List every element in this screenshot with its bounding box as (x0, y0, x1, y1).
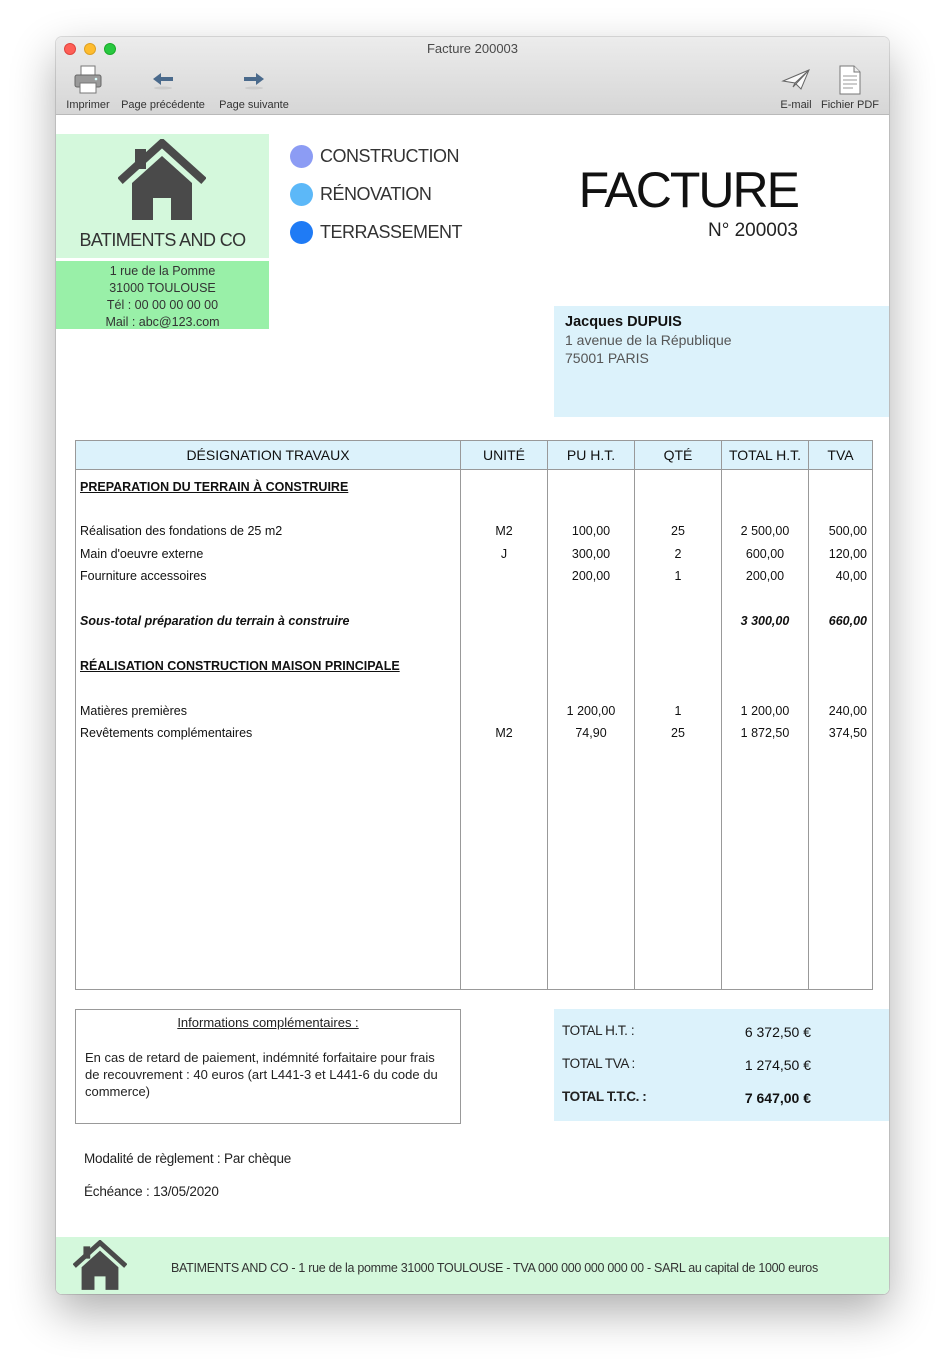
company-address-line2: 31000 TOULOUSE (109, 281, 216, 295)
item-total: 600,00 (745, 547, 785, 561)
item-qty: 1 (674, 704, 682, 718)
header-qty: QTÉ (663, 447, 693, 463)
item-designation: Matières premières (80, 704, 187, 718)
invoice-document: BATIMENTS AND CO 1 rue de la Pomme 31000… (56, 115, 889, 1294)
item-unit: M2 (495, 524, 513, 538)
payment-method: Modalité de règlement : Par chèque (84, 1151, 292, 1166)
pdf-export-label: Fichier PDF (820, 99, 880, 111)
previous-page-button[interactable]: Page précédente (118, 63, 208, 111)
client-address-line2: 75001 PARIS (565, 350, 649, 366)
total-ttc-value: 7 647,00 € (744, 1090, 811, 1106)
additional-info-text: En cas de retard de paiement, indémnité … (85, 1050, 438, 1099)
service-label: RÉNOVATION (320, 184, 432, 204)
item-pu: 200,00 (571, 569, 611, 583)
subtotal-label: Sous-total préparation du terrain à cons… (80, 614, 350, 628)
invoice-footer: BATIMENTS AND CO - 1 rue de la pomme 310… (56, 1237, 889, 1294)
due-date: Échéance : 13/05/2020 (84, 1184, 219, 1199)
arrow-left-icon (118, 63, 208, 97)
service-dot-icon (290, 221, 313, 244)
header-unit: UNITÉ (483, 447, 525, 463)
pdf-file-icon (818, 63, 882, 97)
total-ht-label: TOTAL H.T. : (562, 1023, 635, 1038)
item-tva: 660,00 (828, 614, 867, 628)
item-designation: Revêtements complémentaires (80, 726, 253, 740)
service-construction: CONSTRUCTION (290, 145, 460, 168)
title-bar: Facture 200003 Imprimer Page précédente (56, 37, 889, 115)
item-total: 200,00 (745, 569, 785, 583)
service-dot-icon (290, 145, 313, 168)
total-tva-label: TOTAL TVA : (562, 1056, 635, 1071)
additional-info-box: Informations complémentaires : En cas de… (75, 1009, 461, 1124)
item-tva: 374,50 (828, 726, 867, 740)
item-tva: 500,00 (828, 524, 867, 538)
house-icon (72, 1239, 128, 1294)
item-tva: 40,00 (835, 569, 867, 583)
items-table: DÉSIGNATION TRAVAUX UNITÉ PU H.T. QTÉ TO… (75, 440, 873, 990)
next-page-label: Page suivante (219, 99, 289, 111)
paper-plane-icon (774, 63, 818, 97)
company-address-line1: 1 rue de la Pomme (109, 264, 216, 278)
header-designation: DÉSIGNATION TRAVAUX (186, 447, 350, 463)
printer-icon (62, 63, 114, 97)
email-label: E-mail (780, 99, 812, 111)
client-name: Jacques DUPUIS (565, 314, 682, 330)
totals-box: TOTAL H.T. : 6 372,50 € TOTAL TVA : 1 27… (554, 1009, 889, 1121)
client-address-line1: 1 avenue de la République (565, 332, 732, 348)
invoice-title: FACTURE (578, 162, 800, 218)
footer-text: BATIMENTS AND CO - 1 rue de la pomme 310… (171, 1261, 818, 1275)
item-qty: 2 (674, 547, 682, 561)
item-qty: 1 (674, 569, 682, 583)
item-tva: 120,00 (828, 547, 867, 561)
header-total: TOTAL H.T. (728, 447, 802, 463)
client-address-block: Jacques DUPUIS 1 avenue de la République… (554, 306, 889, 417)
window-title: Facture 200003 (426, 41, 519, 56)
service-renovation: RÉNOVATION (290, 183, 432, 206)
item-pu: 300,00 (571, 547, 611, 561)
total-tva-value: 1 274,50 € (744, 1057, 811, 1073)
item-total: 1 200,00 (740, 704, 790, 718)
additional-info-title: Informations complémentaires : (177, 1015, 359, 1030)
item-pu: 100,00 (571, 524, 611, 538)
total-ttc-label: TOTAL T.T.C. : (562, 1089, 647, 1104)
header-pu: PU H.T. (566, 447, 616, 463)
item-pu: 74,90 (575, 726, 607, 740)
print-button[interactable]: Imprimer (62, 63, 114, 111)
email-button[interactable]: E-mail (774, 63, 818, 111)
service-terrassement: TERRASSEMENT (290, 221, 463, 244)
table-header: DÉSIGNATION TRAVAUX UNITÉ PU H.T. QTÉ TO… (76, 441, 872, 470)
item-designation: Main d'oeuvre externe (80, 547, 204, 561)
company-name: BATIMENTS AND CO (79, 230, 246, 250)
item-total: 3 300,00 (740, 614, 790, 628)
item-qty: 25 (671, 726, 685, 740)
service-dot-icon (290, 183, 313, 206)
arrow-right-icon (214, 63, 294, 97)
next-page-button[interactable]: Page suivante (214, 63, 294, 111)
company-mail: Mail : abc@123.com (105, 315, 220, 329)
house-icon (117, 137, 207, 228)
print-label: Imprimer (66, 99, 110, 111)
invoice-window: Facture 200003 Imprimer Page précédente (56, 37, 889, 1294)
invoice-number: N° 200003 (708, 220, 798, 241)
previous-page-label: Page précédente (121, 99, 205, 111)
section-title: RÉALISATION CONSTRUCTION MAISON PRINCIPA… (80, 659, 400, 673)
item-unit: J (500, 547, 508, 561)
company-logo-block: BATIMENTS AND CO (56, 134, 269, 258)
item-total: 2 500,00 (740, 524, 790, 538)
item-qty: 25 (671, 524, 685, 538)
service-label: CONSTRUCTION (320, 146, 460, 166)
section-title: PREPARATION DU TERRAIN À CONSTRUIRE (80, 480, 349, 494)
pdf-export-button[interactable]: Fichier PDF (818, 63, 882, 111)
item-pu: 1 200,00 (566, 704, 616, 718)
item-designation: Fourniture accessoires (80, 569, 207, 583)
item-total: 1 872,50 (740, 726, 790, 740)
item-unit: M2 (495, 726, 513, 740)
service-label: TERRASSEMENT (320, 222, 463, 242)
company-phone: Tél : 00 00 00 00 00 (106, 298, 219, 312)
item-designation: Réalisation des fondations de 25 m2 (80, 524, 283, 538)
total-ht-value: 6 372,50 € (744, 1024, 811, 1040)
company-address-block: 1 rue de la Pomme 31000 TOULOUSE Tél : 0… (56, 261, 269, 329)
header-tva: TVA (827, 447, 854, 463)
item-tva: 240,00 (828, 704, 867, 718)
